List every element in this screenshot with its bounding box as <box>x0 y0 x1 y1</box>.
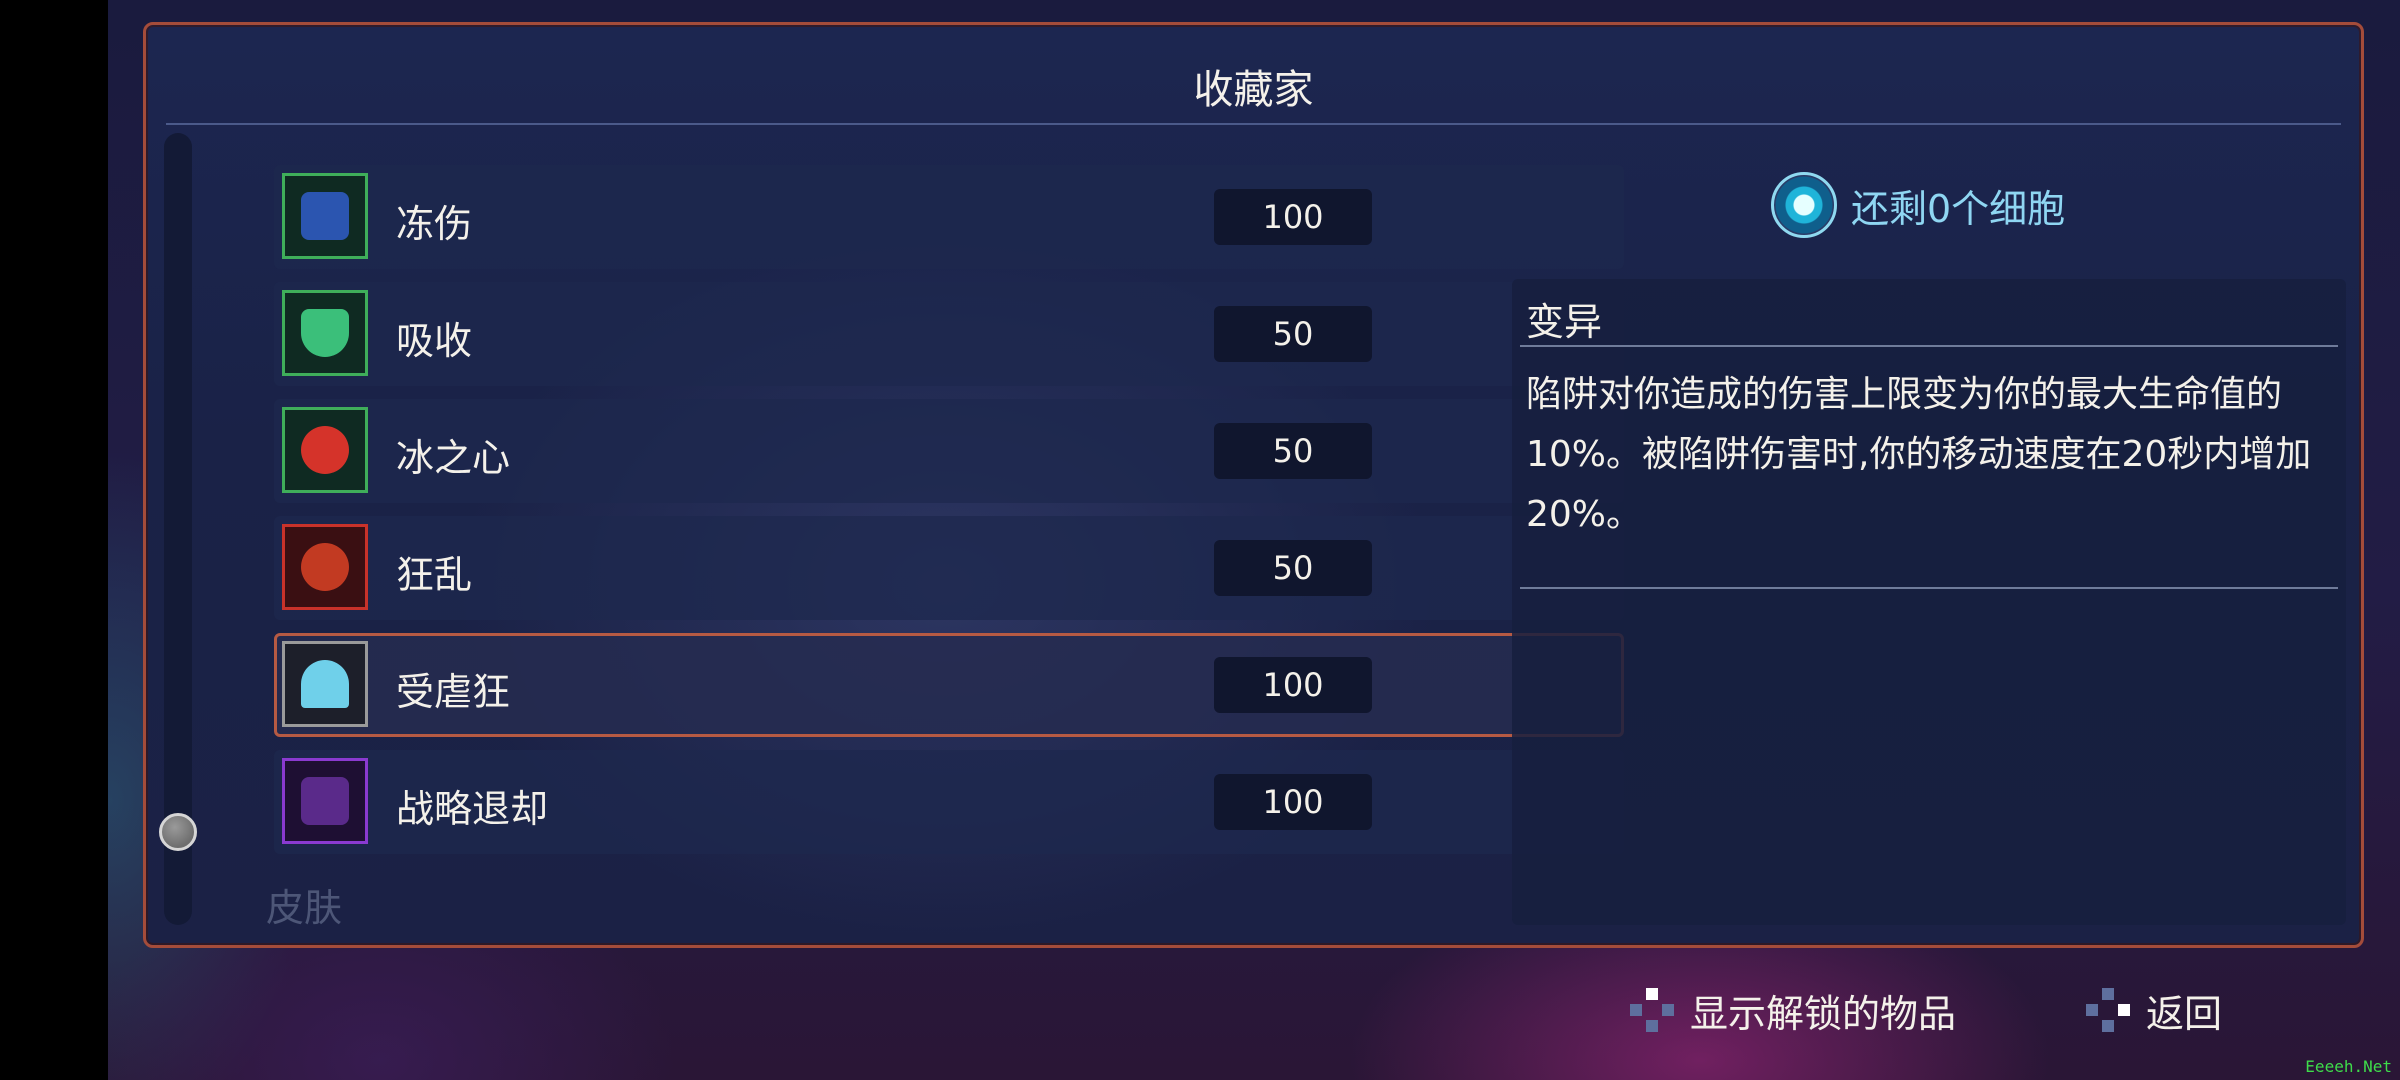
panel-title: 收藏家 <box>1193 67 1314 113</box>
item-label: 冰之心 <box>396 436 511 480</box>
scrollbar-track[interactable] <box>164 133 192 925</box>
description-title: 变异 <box>1526 300 1603 344</box>
list-item-ice-heart[interactable]: 冰之心 50 <box>274 399 1624 503</box>
frenzy-icon <box>282 524 368 610</box>
scrollbar-thumb[interactable] <box>159 813 197 851</box>
watermark: Eeeeh.Net <box>2305 1057 2392 1076</box>
list-item-masochist[interactable]: 受虐狂 100 <box>274 633 1624 737</box>
tactical-retreat-icon <box>282 758 368 844</box>
item-label: 冻伤 <box>396 202 473 246</box>
item-cost: 50 <box>1214 423 1372 479</box>
list-item-frenzy[interactable]: 狂乱 50 <box>274 516 1624 620</box>
item-cost: 50 <box>1214 540 1372 596</box>
left-black-bar <box>0 0 108 1080</box>
frostbite-icon <box>282 173 368 259</box>
item-label: 狂乱 <box>396 553 473 597</box>
item-cost: 100 <box>1214 774 1372 830</box>
cells-remaining: 还剩0个细胞 <box>1771 165 2065 245</box>
item-cost: 100 <box>1214 657 1372 713</box>
description-text: 陷阱对你造成的伤害上限变为你的最大生命值的10%。被陷阱伤害时,你的移动速度在2… <box>1526 374 2312 535</box>
item-label: 吸收 <box>396 319 473 363</box>
show-unlocked-button[interactable]: 显示解锁的物品 <box>1630 980 1956 1040</box>
back-button[interactable]: 返回 <box>2086 980 2222 1040</box>
back-label: 返回 <box>2146 991 2223 1036</box>
dpad-icon <box>2086 988 2130 1032</box>
item-cost: 50 <box>1214 306 1372 362</box>
description-panel: 变异 陷阱对你造成的伤害上限变为你的最大生命值的10%。被陷阱伤害时,你的移动速… <box>1512 279 2346 925</box>
item-label: 战略退却 <box>396 787 549 831</box>
dpad-icon <box>1630 988 1674 1032</box>
cells-remaining-text: 还剩0个细胞 <box>1851 186 2066 231</box>
description-divider <box>1520 345 2338 347</box>
cell-icon <box>1771 172 1837 238</box>
absorb-shield-icon <box>282 290 368 376</box>
masochist-icon <box>282 641 368 727</box>
collector-panel: 收藏家 冻伤 100 吸收 50 冰之心 50 狂乱 50 受虐狂 100 战略… <box>143 22 2364 948</box>
description-divider <box>1520 587 2338 589</box>
list-item-frostbite[interactable]: 冻伤 100 <box>274 165 1624 269</box>
list-item-tactical-retreat[interactable]: 战略退却 100 <box>274 750 1624 854</box>
title-divider <box>166 123 2341 125</box>
skins-section-label: 皮肤 <box>266 886 343 930</box>
item-cost: 100 <box>1214 189 1372 245</box>
item-label: 受虐狂 <box>396 670 511 714</box>
ice-heart-icon <box>282 407 368 493</box>
list-item-absorb[interactable]: 吸收 50 <box>274 282 1624 386</box>
show-unlocked-label: 显示解锁的物品 <box>1690 991 1957 1036</box>
